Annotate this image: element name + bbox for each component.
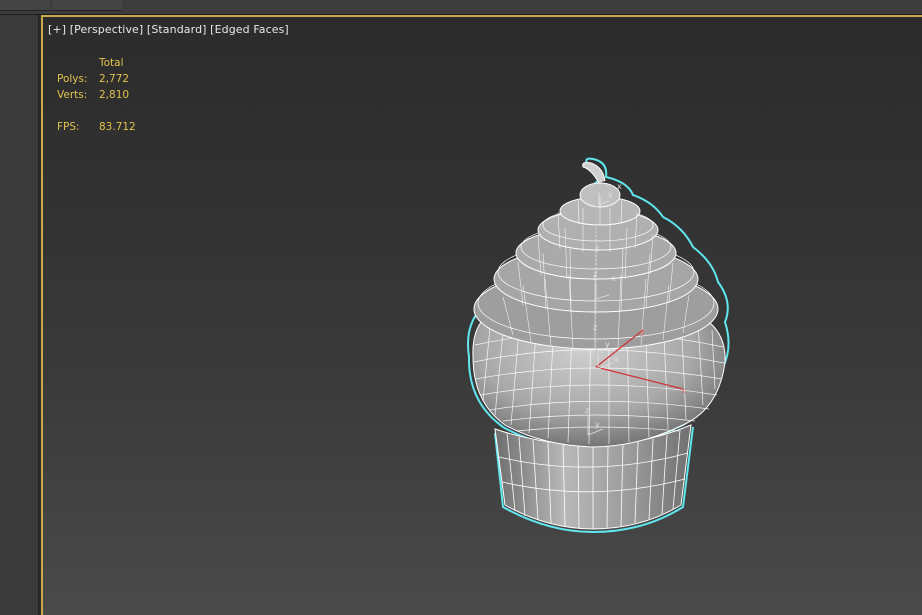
- gizmo-base-y-label: y: [595, 420, 600, 429]
- cupcake-mesh[interactable]: y x z y x z x z y x z y: [43, 17, 922, 615]
- perspective-viewport[interactable]: [+] [Perspective] [Standard] [Edged Face…: [41, 15, 922, 615]
- gizmo-z-label: z: [593, 323, 597, 332]
- gizmo-base-z-label: z: [585, 406, 589, 415]
- left-side-panel: [0, 15, 39, 615]
- toolbar-tab[interactable]: [0, 0, 50, 11]
- gizmo-top-x-label: x: [617, 182, 622, 191]
- gizmo-small-y-label: y: [605, 340, 610, 349]
- top-toolbar-strip: [0, 0, 922, 15]
- gizmo-small-x-label: x: [614, 355, 619, 364]
- gizmo-x-label: x: [681, 386, 686, 395]
- gizmo-tier-x-label: x: [611, 274, 616, 283]
- gizmo-top-y-label: y: [608, 190, 613, 199]
- gizmo-tier-z-label: z: [593, 270, 597, 279]
- gizmo-y-label: y: [640, 328, 645, 337]
- gizmo-upper-z-label: z: [595, 244, 599, 253]
- toolbar-tab[interactable]: [52, 0, 122, 11]
